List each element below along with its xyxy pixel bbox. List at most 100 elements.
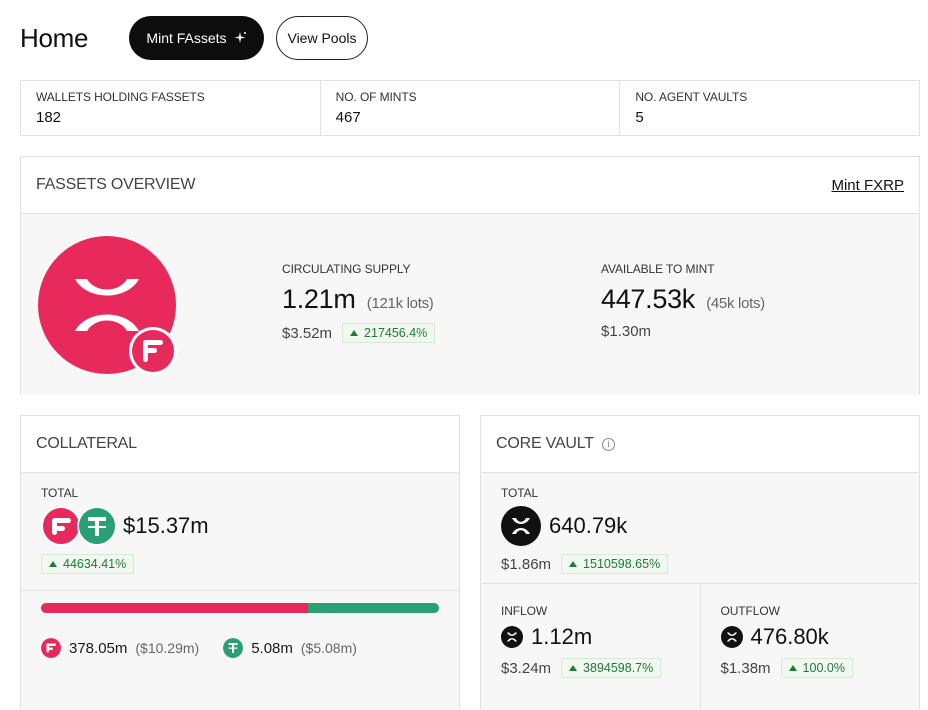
mint-fxrp-link[interactable]: Mint FXRP (831, 177, 904, 194)
available-value-row: 447.53k (45k lots) (601, 284, 765, 315)
change-value: 3894598.7% (583, 661, 654, 675)
supply-lots: (121k lots) (366, 295, 434, 312)
collateral-change-row: 44634.41% (41, 554, 439, 574)
core-vault-usd: $1.86m (501, 555, 552, 573)
core-vault-body: TOTAL 640.79k $1.86m 1510598.65% INFLOW (481, 473, 919, 709)
collateral-body: TOTAL $15.37m 44634.41% 378.05m ($10.29m… (21, 473, 459, 709)
triangle-up-icon (788, 665, 797, 671)
inflow-value-row: 1.12m (501, 624, 680, 650)
collateral-legend: 378.05m ($10.29m) 5.08m ($5.08m) (41, 638, 357, 658)
supply-usd-row: $3.52m 217456.4% (282, 323, 436, 343)
change-value: 100.0% (802, 661, 845, 675)
stat-mints: NO. OF MINTS 467 (321, 81, 621, 135)
collateral-card: COLLATERAL TOTAL $15.37m 44634.41% 378.0… (20, 415, 460, 709)
supply-usd: $3.52m (282, 324, 333, 342)
change-value: 1510598.65% (583, 557, 661, 571)
stat-value: 467 (335, 109, 361, 126)
total-label: TOTAL (41, 486, 79, 500)
supply-value-row: 1.21m (121k lots) (282, 284, 435, 315)
total-label: TOTAL (501, 486, 539, 500)
stat-value: 182 (36, 109, 62, 126)
stat-label: WALLETS HOLDING FASSETS (36, 90, 205, 104)
outflow: OUTFLOW 476.80k $1.38m 100.0% (701, 584, 920, 709)
core-vault-card: CORE VAULT i TOTAL 640.79k $1.86m 151059… (480, 415, 920, 709)
collateral-total-value: $15.37m (123, 513, 209, 538)
change-badge: 3894598.7% (561, 658, 662, 678)
tether-token-icon (223, 638, 244, 658)
fassets-overview-card: FASSETS OVERVIEW Mint FXRP CIRCULATING S… (20, 156, 920, 395)
info-icon[interactable]: i (601, 437, 615, 451)
outflow-label: OUTFLOW (720, 604, 780, 618)
inflow-value: 1.12m (531, 624, 593, 649)
legend-item-tether: 5.08m ($5.08m) (223, 638, 357, 658)
outflow-value: 476.80k (750, 624, 829, 649)
card-header: COLLATERAL (21, 416, 459, 473)
available-usd: $1.30m (601, 323, 652, 340)
stat-wallets: WALLETS HOLDING FASSETS 182 (21, 81, 321, 135)
card-title: CORE VAULT (496, 435, 594, 452)
change-value: 44634.41% (63, 557, 127, 571)
card-header: CORE VAULT i (481, 416, 919, 473)
tether-token-icon (77, 506, 117, 546)
available-to-mint: AVAILABLE TO MINT 447.53k (45k lots) $1.… (601, 262, 765, 340)
total-row: 640.79k (501, 506, 899, 546)
sparkle-icon (234, 32, 246, 43)
collateral-total: TOTAL $15.37m 44634.41% (21, 473, 459, 591)
legend-value: 5.08m (251, 639, 293, 657)
core-vault-total-value: 640.79k (549, 513, 628, 538)
core-vault-total: TOTAL 640.79k $1.86m 1510598.65% (481, 473, 919, 584)
mint-fassets-button[interactable]: Mint FAssets (129, 16, 264, 60)
card-title: FASSETS OVERVIEW (36, 176, 196, 193)
available-usd-row: $1.30m (601, 323, 765, 340)
xrp-token-icon (501, 626, 523, 648)
legend-usd: ($5.08m) (300, 640, 357, 656)
inflow-usd: $3.24m (501, 659, 552, 677)
triangle-up-icon (569, 665, 578, 671)
xrp-token-icon (720, 626, 743, 648)
supply-value: 1.21m (282, 284, 356, 314)
legend-item-flare: 378.05m ($10.29m) (41, 638, 199, 658)
available-label: AVAILABLE TO MINT (601, 262, 715, 276)
view-pools-button[interactable]: View Pools (276, 16, 368, 60)
mint-fassets-label: Mint FAssets (146, 30, 227, 46)
card-title: COLLATERAL (36, 435, 137, 452)
outflow-usd: $1.38m (720, 659, 771, 677)
core-vault-usd-row: $1.86m 1510598.65% (501, 554, 899, 574)
xrp-token-icon (501, 506, 541, 546)
stat-label: NO. OF MINTS (335, 90, 417, 104)
change-badge: 217456.4% (342, 323, 436, 343)
outflow-value-row: 476.80k (720, 624, 900, 650)
triangle-up-icon (569, 561, 578, 567)
card-header: FASSETS OVERVIEW Mint FXRP (21, 157, 919, 214)
stats-bar: WALLETS HOLDING FASSETS 182 NO. OF MINTS… (20, 80, 920, 136)
total-row: $15.37m (41, 506, 439, 546)
legend-value: 378.05m (69, 639, 128, 657)
inflow-label: INFLOW (501, 604, 548, 618)
inflow: INFLOW 1.12m $3.24m 3894598.7% (481, 584, 701, 709)
flare-bar-segment (41, 603, 308, 613)
triangle-up-icon (350, 330, 359, 336)
stat-value: 5 (635, 109, 644, 126)
change-badge: 100.0% (780, 658, 853, 678)
overview-body: CIRCULATING SUPPLY 1.21m (121k lots) $3.… (21, 214, 919, 395)
change-badge: 44634.41% (41, 554, 135, 574)
triangle-up-icon (49, 561, 57, 567)
inflow-usd-row: $3.24m 3894598.7% (501, 658, 680, 678)
flare-token-icon (41, 638, 61, 658)
supply-label: CIRCULATING SUPPLY (282, 262, 411, 276)
available-value: 447.53k (601, 284, 695, 314)
stat-label: NO. AGENT VAULTS (635, 90, 748, 104)
change-badge: 1510598.65% (561, 554, 669, 574)
page-header: Home Mint FAssets View Pools (20, 16, 368, 60)
flow-row: INFLOW 1.12m $3.24m 3894598.7% OUTFLOW 4… (481, 584, 919, 709)
legend-usd: ($10.29m) (135, 640, 200, 656)
page-title: Home (20, 22, 89, 53)
circulating-supply: CIRCULATING SUPPLY 1.21m (121k lots) $3.… (282, 262, 436, 343)
collateral-ratio-bar (41, 603, 439, 613)
fxrp-logo-icon (38, 236, 177, 375)
outflow-usd-row: $1.38m 100.0% (721, 658, 900, 678)
change-value: 217456.4% (364, 326, 428, 340)
available-lots: (45k lots) (706, 295, 765, 312)
tether-bar-segment (307, 603, 439, 613)
flare-token-icon (41, 506, 81, 546)
